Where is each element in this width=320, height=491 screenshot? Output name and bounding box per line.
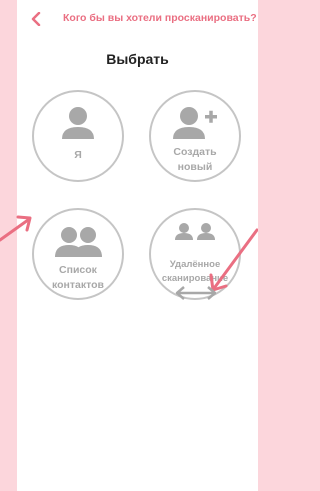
option-create-new-label: Создать новый (173, 146, 217, 173)
header: Кого бы вы хотели просканировать? (17, 0, 258, 40)
option-remote-scan-label: Удалённое сканирование (161, 259, 229, 284)
page-subtitle: Выбрать (106, 51, 169, 67)
option-me-label: Я (74, 149, 82, 161)
back-button[interactable] (28, 10, 44, 28)
remote-scan-icon (151, 222, 239, 246)
option-create-new-button[interactable]: Создать новый (149, 90, 241, 182)
option-me-button[interactable]: Я (32, 90, 124, 182)
person-add-icon (151, 106, 239, 140)
contacts-group-icon (34, 226, 122, 258)
person-icon (34, 106, 122, 140)
chevron-left-icon (31, 12, 41, 26)
option-remote-scan-button[interactable]: Удалённое сканирование (149, 208, 241, 300)
option-contact-list-button[interactable]: Список контактов (32, 208, 124, 300)
option-contact-list-label: Список контактов (52, 264, 104, 291)
main-panel: Кого бы вы хотели просканировать? Выбрат… (17, 0, 258, 491)
header-title: Кого бы вы хотели просканировать? (63, 12, 257, 24)
